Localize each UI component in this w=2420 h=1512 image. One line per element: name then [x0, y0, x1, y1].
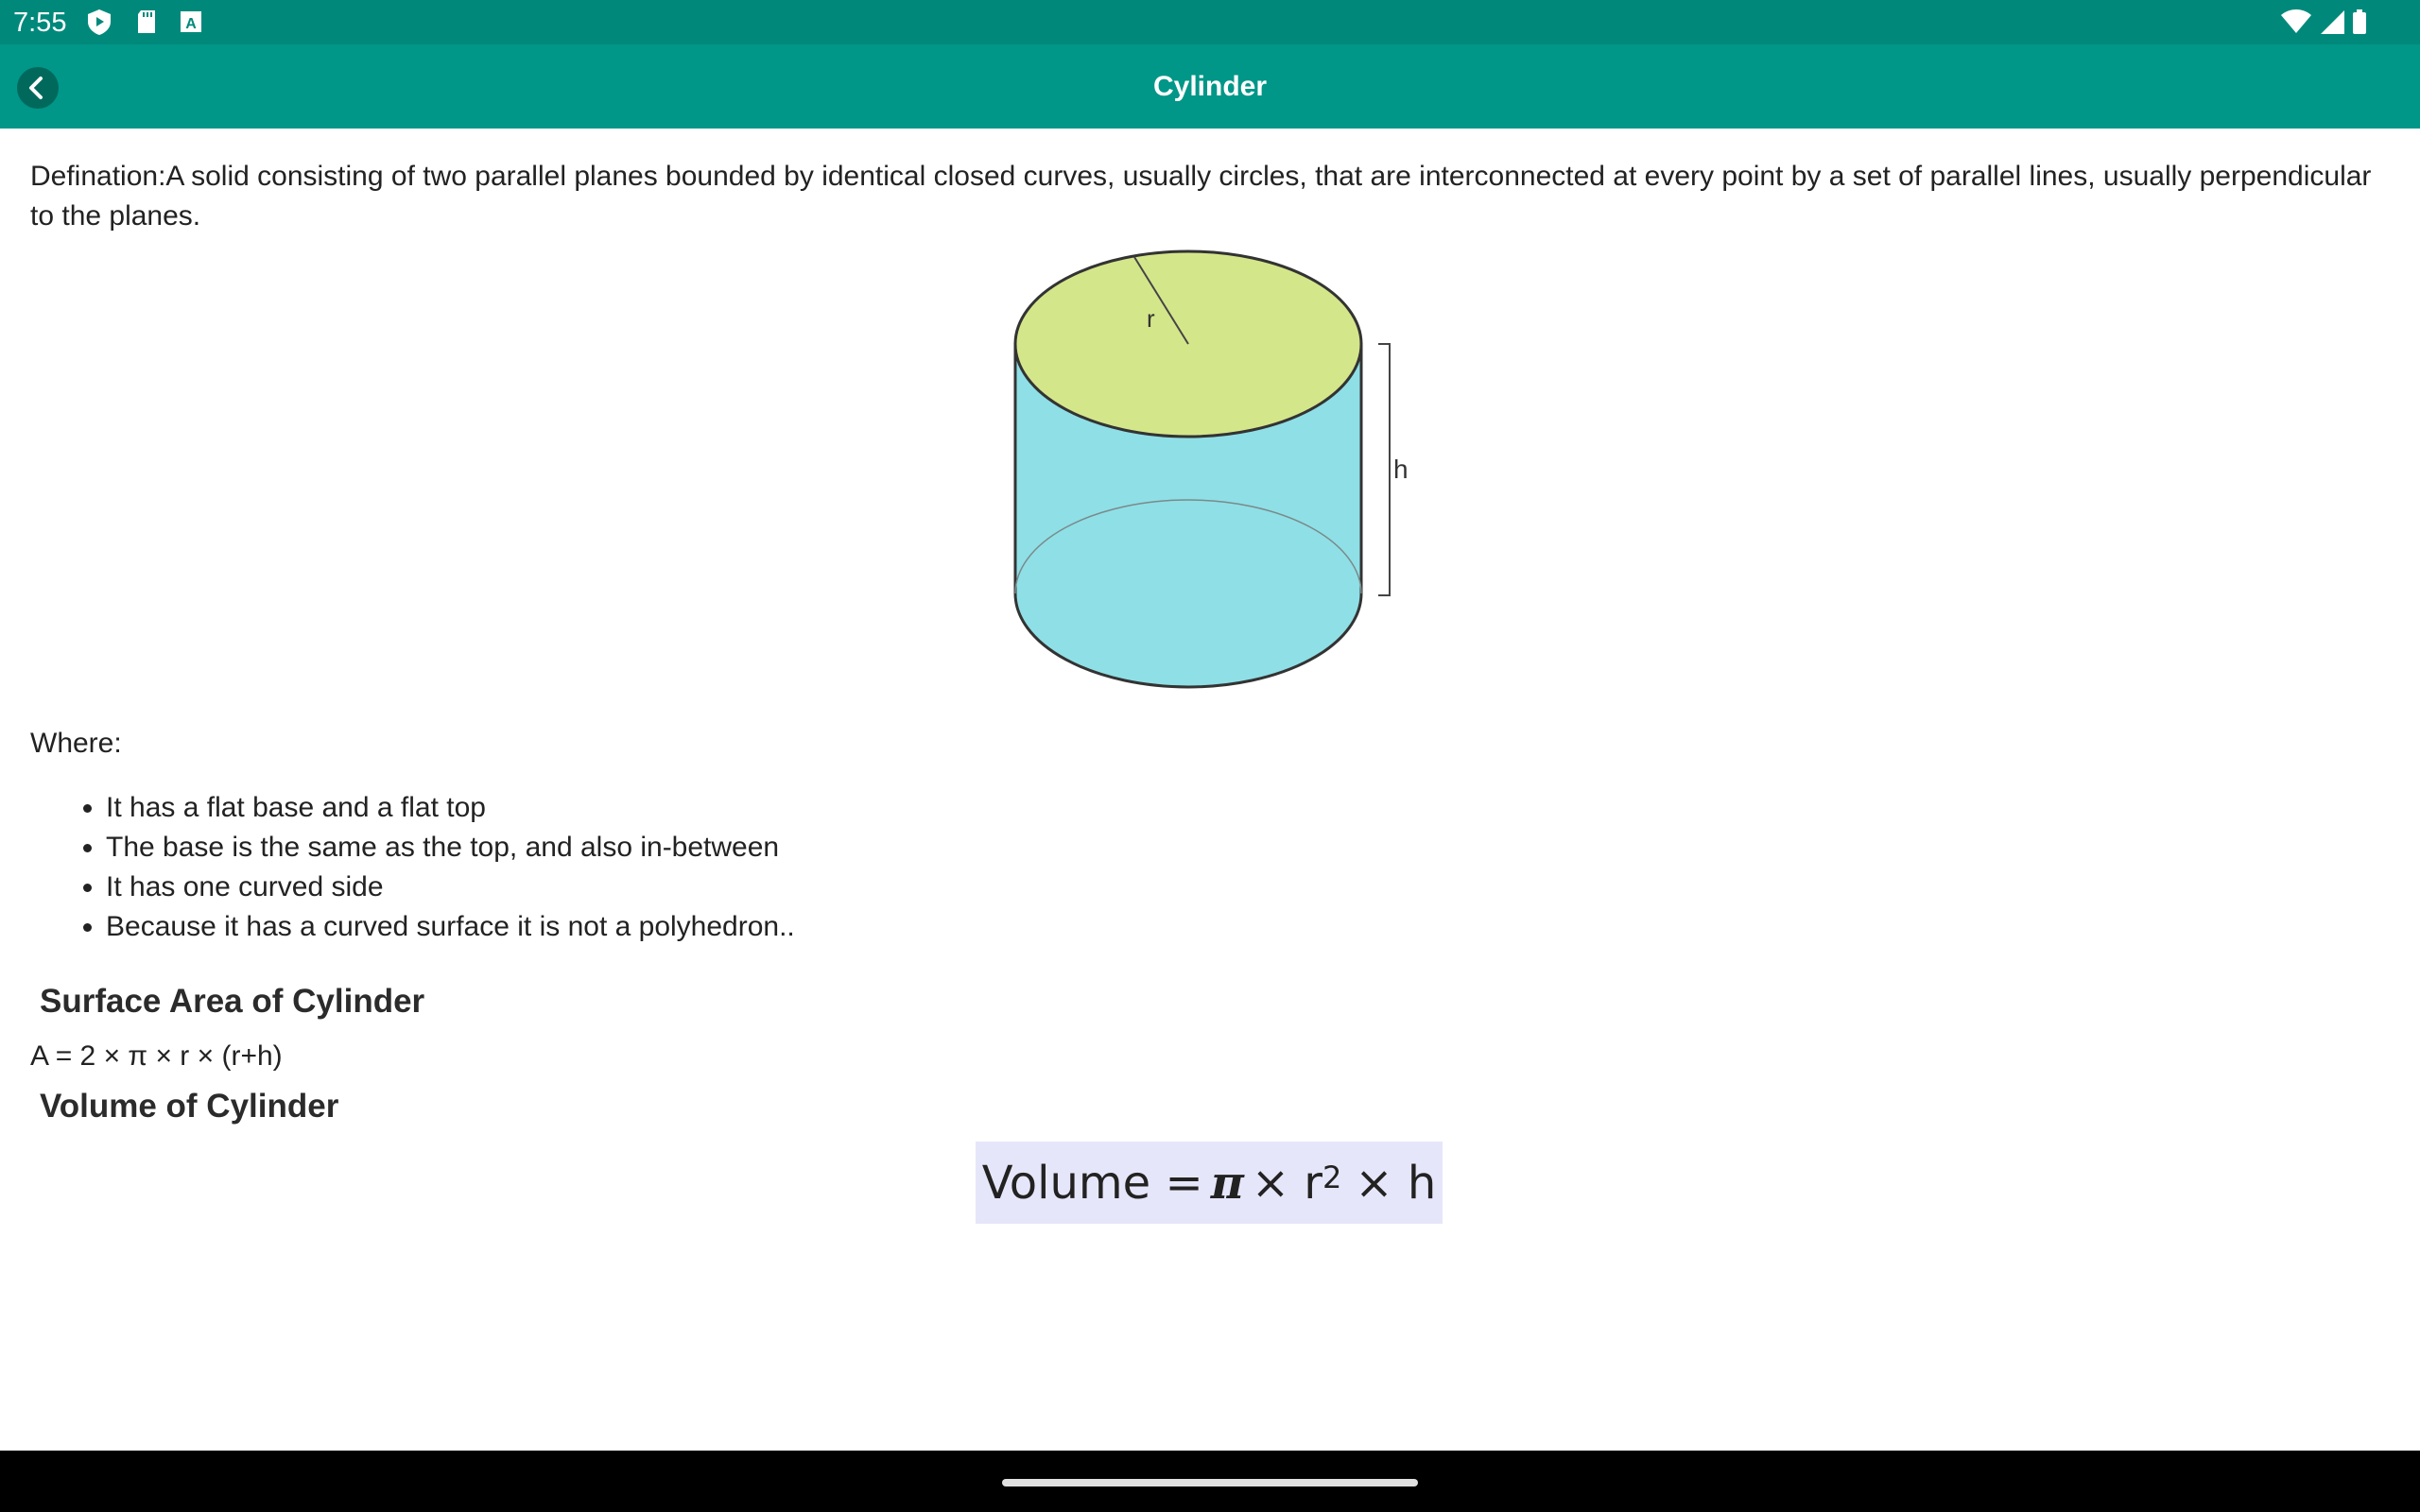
svg-text:A: A	[185, 16, 197, 32]
volume-heading: Volume of Cylinder	[40, 1088, 339, 1125]
list-item: It has a flat base and a flat top	[106, 788, 795, 828]
play-protect-icon	[88, 9, 111, 35]
exponent: 2	[1322, 1159, 1342, 1195]
page-title: Cylinder	[1152, 71, 1268, 102]
navigation-bar	[0, 1451, 2420, 1512]
volume-times-r: × r	[1251, 1156, 1323, 1210]
battery-icon	[2353, 9, 2366, 34]
sd-card-icon	[138, 10, 155, 33]
keyboard-a-icon: A	[181, 11, 201, 32]
height-label: h	[1393, 455, 1409, 484]
volume-formula-image: Volume = π × r2 × h	[976, 1142, 1443, 1224]
home-gesture-handle[interactable]	[1002, 1479, 1418, 1486]
radius-label: r	[1147, 304, 1155, 333]
height-bracket	[1378, 343, 1391, 596]
list-item: It has one curved side	[106, 868, 795, 907]
surface-area-heading: Surface Area of Cylinder	[40, 983, 425, 1020]
cell-signal-icon	[2321, 10, 2344, 34]
volume-times-h: × h	[1355, 1156, 1437, 1210]
status-time: 7:55	[13, 8, 67, 38]
wifi-icon	[2281, 9, 2311, 33]
volume-lhs: Volume =	[981, 1156, 1203, 1210]
definition-text: Defination:A solid consisting of two par…	[30, 161, 2372, 232]
app-bar: Cylinder	[0, 44, 2420, 129]
cylinder-diagram: r h	[1013, 249, 1409, 689]
list-item: The base is the same as the top, and als…	[106, 828, 795, 868]
status-bar: 7:55 A	[0, 0, 2420, 44]
surface-area-formula: A = 2 × π × r × (r+h)	[30, 1040, 283, 1072]
list-item: Because it has a curved surface it is no…	[106, 907, 795, 947]
properties-list: It has a flat base and a flat top The ba…	[30, 788, 795, 947]
where-label: Where:	[30, 728, 122, 759]
pi-symbol: π	[1210, 1156, 1244, 1210]
